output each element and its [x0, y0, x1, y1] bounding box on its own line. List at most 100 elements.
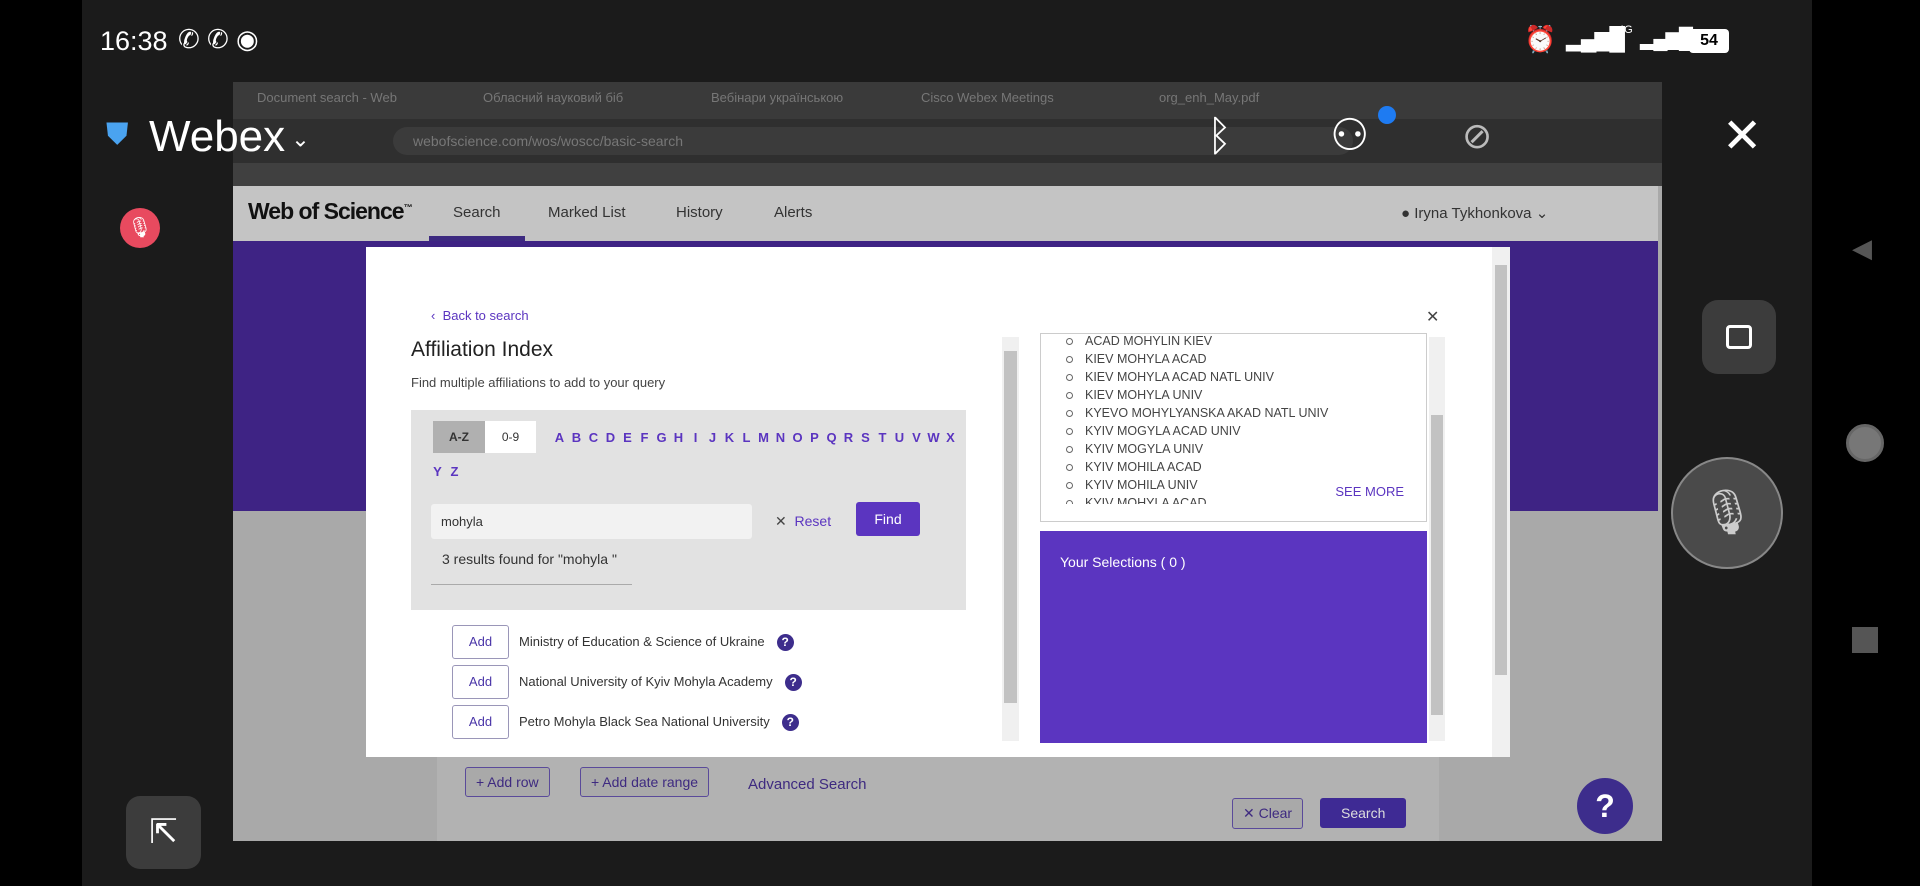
- modal-subtitle: Find multiple affiliations to add to you…: [411, 375, 666, 390]
- letter-link[interactable]: F: [636, 430, 653, 445]
- add-date-range-button[interactable]: + Add date range: [580, 767, 710, 797]
- bookmark-strip: [233, 163, 1662, 186]
- left-scrollbar[interactable]: [1002, 337, 1019, 741]
- square-icon: [1726, 325, 1752, 349]
- shield-icon: ⛊: [106, 118, 129, 151]
- affiliation-search-input[interactable]: mohyla: [431, 504, 752, 539]
- muted-mic-icon: 🎙: [120, 208, 160, 248]
- letter-link[interactable]: Q: [823, 430, 840, 445]
- signal-icon: ▂▄▆█: [1566, 26, 1625, 51]
- letter-index-row2: YZ: [429, 463, 463, 481]
- letter-link[interactable]: N: [772, 430, 789, 445]
- letter-link[interactable]: C: [585, 430, 602, 445]
- letter-link[interactable]: P: [806, 430, 823, 445]
- see-more-link[interactable]: SEE MORE: [1335, 484, 1404, 499]
- user-icon: ●: [1401, 205, 1411, 222]
- battery-level: 54: [1689, 29, 1729, 53]
- tab-a-z[interactable]: A-Z: [433, 421, 485, 453]
- browser-tab[interactable]: org_enh_May.pdf: [1159, 90, 1319, 114]
- letter-link[interactable]: S: [857, 430, 874, 445]
- letter-link[interactable]: D: [602, 430, 619, 445]
- reset-button[interactable]: ✕ Reset: [775, 513, 831, 530]
- add-button[interactable]: Add: [452, 665, 509, 699]
- letter-link[interactable]: H: [670, 430, 687, 445]
- affiliation-index-modal: ‹ Back to search Affiliation Index Find …: [366, 247, 1510, 757]
- back-to-search-link[interactable]: ‹ Back to search: [431, 308, 529, 323]
- result-item: National University of Kyiv Mohyla Acade…: [519, 674, 802, 691]
- tab-0-9[interactable]: 0-9: [485, 421, 536, 453]
- letter-link[interactable]: O: [789, 430, 806, 445]
- variant-item: KYIV MOGYLA UNIV: [1066, 442, 1426, 460]
- letter-link[interactable]: X: [942, 430, 959, 445]
- add-row-button[interactable]: + Add row: [465, 767, 550, 797]
- letter-link[interactable]: R: [840, 430, 857, 445]
- user-menu[interactable]: ● Iryna Tykhonkova ⌄: [1401, 204, 1548, 222]
- bluetooth-icon[interactable]: ᛒ: [1207, 112, 1232, 160]
- browser-tab-bar: Document search - Web Обласний науковий …: [233, 82, 1662, 119]
- signal-icon-2: ▂▄▆█: [1640, 28, 1693, 50]
- nav-history[interactable]: History: [676, 204, 723, 221]
- camera-off-icon[interactable]: ⊘: [1462, 115, 1492, 157]
- share-button[interactable]: ⇱: [126, 796, 201, 869]
- variant-item: KYEVO MOHYLYANSKA AKAD NATL UNIV: [1066, 406, 1426, 424]
- selections-title: Your Selections ( 0 ): [1060, 554, 1186, 570]
- result-item: Ministry of Education & Science of Ukrai…: [519, 634, 794, 651]
- clear-button[interactable]: ✕ Clear: [1232, 798, 1304, 829]
- right-scrollbar[interactable]: [1429, 337, 1445, 741]
- letter-link[interactable]: Z: [446, 464, 463, 479]
- result-item: Petro Mohyla Black Sea National Universi…: [519, 714, 799, 731]
- letter-link[interactable]: K: [721, 430, 738, 445]
- letter-link[interactable]: U: [891, 430, 908, 445]
- your-selections-panel: Your Selections ( 0 ): [1040, 531, 1427, 743]
- participants-icon[interactable]: ⚇: [1330, 110, 1369, 161]
- variant-list: ACAD MOHYLIN KIEV KIEV MOHYLA ACAD KIEV …: [1040, 333, 1427, 522]
- close-icon: ✕: [775, 513, 787, 529]
- close-icon[interactable]: ✕: [1722, 108, 1762, 164]
- browser-tab[interactable]: Вебінари українською: [711, 90, 891, 114]
- help-button[interactable]: ?: [1577, 778, 1633, 834]
- search-button[interactable]: Search: [1320, 798, 1407, 828]
- nav-search[interactable]: Search: [453, 204, 501, 221]
- help-icon[interactable]: ?: [784, 674, 802, 691]
- variant-item: KYIV MOHILA ACAD: [1066, 460, 1426, 478]
- letter-link[interactable]: V: [908, 430, 925, 445]
- letter-link[interactable]: W: [925, 430, 942, 445]
- webex-title[interactable]: Webex ⌄: [149, 112, 310, 162]
- letter-link[interactable]: G: [653, 430, 670, 445]
- back-nav-icon[interactable]: ◀: [1852, 233, 1872, 264]
- home-nav-icon[interactable]: [1846, 424, 1884, 462]
- add-button[interactable]: Add: [452, 705, 509, 739]
- letter-link[interactable]: B: [568, 430, 585, 445]
- letter-link[interactable]: A: [551, 430, 568, 445]
- browser-tab[interactable]: Document search - Web: [257, 90, 457, 114]
- browser-tab[interactable]: Cisco Webex Meetings: [921, 90, 1101, 114]
- letter-link[interactable]: M: [755, 430, 772, 445]
- letter-link[interactable]: T: [874, 430, 891, 445]
- nav-alerts[interactable]: Alerts: [774, 204, 812, 221]
- browser-tab[interactable]: Обласний науковий біб: [483, 90, 663, 114]
- letter-link[interactable]: Y: [429, 464, 446, 479]
- advanced-search-link[interactable]: Advanced Search: [748, 776, 866, 793]
- letter-link[interactable]: J: [704, 430, 721, 445]
- modal-title: Affiliation Index: [411, 338, 554, 361]
- viber-icon: ✆ ✆ ◉: [178, 24, 259, 54]
- window-button[interactable]: [1702, 300, 1776, 374]
- alarm-icon: ⏰: [1524, 24, 1557, 54]
- add-button[interactable]: Add: [452, 625, 509, 659]
- letter-link[interactable]: E: [619, 430, 636, 445]
- wos-logo[interactable]: Web of Science™: [248, 198, 413, 225]
- letter-index: ABCDEFGHIJKLMNOPQRSTUVWX: [551, 429, 961, 447]
- network-type: 4G: [1618, 24, 1633, 36]
- close-icon[interactable]: ✕: [1426, 307, 1439, 327]
- nav-marked-list[interactable]: Marked List: [548, 204, 626, 221]
- help-icon[interactable]: ?: [776, 634, 794, 651]
- mute-button[interactable]: 🎙: [1671, 457, 1783, 569]
- letter-link[interactable]: L: [738, 430, 755, 445]
- recents-nav-icon[interactable]: [1852, 627, 1878, 653]
- find-button[interactable]: Find: [856, 502, 920, 536]
- divider: [431, 584, 632, 585]
- help-icon[interactable]: ?: [781, 714, 799, 731]
- variant-item: KYIV MOGYLA ACAD UNIV: [1066, 424, 1426, 442]
- modal-scrollbar[interactable]: [1492, 247, 1510, 757]
- letter-link[interactable]: I: [687, 430, 704, 445]
